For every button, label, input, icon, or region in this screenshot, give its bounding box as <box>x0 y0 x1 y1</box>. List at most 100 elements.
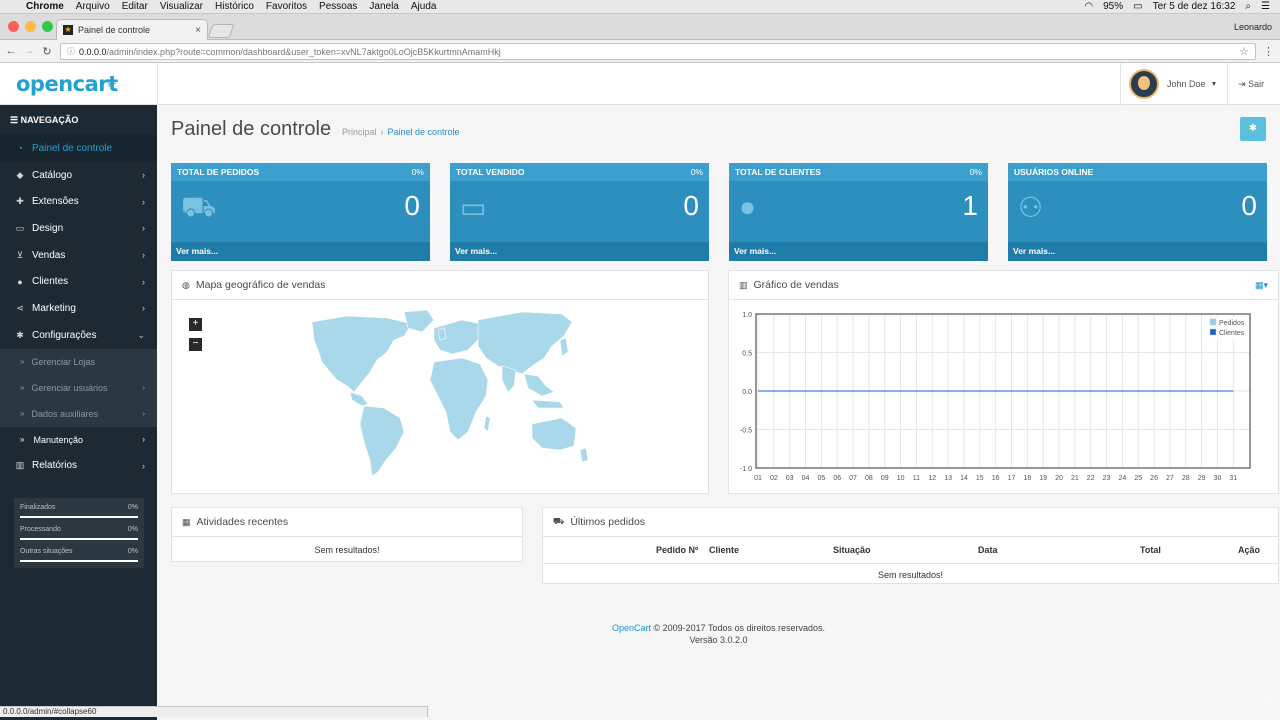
menu-item-bookmarks[interactable]: Favoritos <box>266 1 307 12</box>
reload-icon[interactable]: ↻ <box>40 45 54 58</box>
column-date[interactable]: Data <box>978 545 998 555</box>
column-customer[interactable]: Cliente <box>709 545 739 555</box>
opencart-link[interactable]: OpenCart <box>612 623 651 633</box>
sidebar-item-extensions[interactable]: ✚ Extensões › <box>0 188 157 215</box>
sidebar-item-design[interactable]: ▭ Design › <box>0 215 157 242</box>
battery-icon[interactable]: ▭ <box>1133 1 1142 12</box>
stat-other: Outras situações 0% <box>20 548 138 570</box>
chevron-right-icon: › <box>142 460 145 471</box>
info-icon[interactable]: ⓘ <box>67 46 75 57</box>
bookmark-star-icon[interactable]: ☆ <box>1239 45 1249 58</box>
battery-percent[interactable]: 95% <box>1103 1 1123 12</box>
sidebar-item-reports[interactable]: ▥ Relatórios › <box>0 453 157 480</box>
menu-item-file[interactable]: Arquivo <box>76 1 110 12</box>
tile-percent: 0% <box>690 167 703 177</box>
menu-item-people[interactable]: Pessoas <box>319 1 357 12</box>
tile-more-link[interactable]: Ver mais... <box>171 242 430 261</box>
tile-percent: 0% <box>969 167 982 177</box>
udemy-watermark: Ʋ Udemy <box>1221 690 1272 704</box>
panel-heading: ▥ Gráfico de vendas <box>729 271 1278 300</box>
back-arrow-icon[interactable]: ← <box>4 45 18 57</box>
dashboard-settings-button[interactable]: ✱ <box>1240 117 1266 141</box>
column-order-id[interactable]: Pedido Nº <box>656 545 698 555</box>
sidebar-subitem-stores[interactable]: » Gerenciar Lojas <box>0 349 157 375</box>
empty-message: Sem resultados! <box>877 570 944 580</box>
browser-tab[interactable]: ★ Painel de controle × <box>56 19 208 40</box>
sidebar-subitem-maintenance[interactable]: » Manutenção › <box>0 426 157 453</box>
sidebar-item-marketing[interactable]: ⋖ Marketing › <box>0 295 157 322</box>
opencart-logo[interactable]: opencart <box>16 72 118 96</box>
world-map[interactable]: + − <box>172 300 708 493</box>
users-icon: ⚇ <box>1018 192 1044 223</box>
angle-double-right-icon: » <box>20 435 25 444</box>
sidebar-item-dashboard[interactable]: ◔ Painel de controle <box>0 135 157 162</box>
new-tab-button[interactable] <box>207 24 235 38</box>
sidebar-item-customers[interactable]: ● Clientes › <box>0 268 157 295</box>
menu-item-help[interactable]: Ajuda <box>411 1 437 12</box>
map-south-america <box>359 405 405 477</box>
profile-name[interactable]: Leonardo <box>1234 22 1272 32</box>
latest-orders-panel: ⛟ Últimos pedidos Pedido Nº Cliente Situ… <box>542 507 1279 584</box>
column-action[interactable]: Ação <box>1238 545 1260 555</box>
panel-heading: ⛟ Últimos pedidos <box>543 508 1278 537</box>
stat-label: Processando <box>20 526 61 533</box>
zoom-out-button[interactable]: − <box>189 338 202 351</box>
logout-link[interactable]: ⇥ Sair <box>1238 79 1264 90</box>
breadcrumb-home[interactable]: Principal <box>342 127 377 137</box>
tile-value: 0 <box>683 190 699 221</box>
chart-legend-swatch <box>1209 328 1217 336</box>
wifi-icon[interactable]: ◠ <box>1084 1 1093 12</box>
chart-x-tick-label: 02 <box>770 475 778 482</box>
user-dropdown[interactable]: John Doe ▼ <box>1120 63 1228 105</box>
chart-legend-swatch <box>1209 318 1217 326</box>
close-window-button[interactable] <box>8 21 19 32</box>
chevron-down-icon: ⌄ <box>137 329 145 340</box>
tile-more-link[interactable]: Ver mais... <box>729 242 988 261</box>
tile-value: 0 <box>404 190 420 221</box>
sidebar-item-label: Relatórios <box>32 460 78 472</box>
menu-item-view[interactable]: Visualizar <box>160 1 203 12</box>
menu-item-history[interactable]: Histórico <box>215 1 254 12</box>
chart-x-tick-label: 08 <box>865 475 873 482</box>
menu-item-edit[interactable]: Editar <box>122 1 148 12</box>
spotlight-icon[interactable]: ⌕ <box>1245 1 1251 12</box>
clock[interactable]: Ter 5 de dez 16:32 <box>1153 1 1236 12</box>
sidebar-item-sales[interactable]: ⊻ Vendas › <box>0 242 157 269</box>
browser-menu-icon[interactable]: ⋮ <box>1263 45 1274 58</box>
sidebar-title: ☰ NAVEGAÇÃO <box>0 105 157 135</box>
bar-chart-icon: ▥ <box>739 279 748 290</box>
chart-x-tick-label: 25 <box>1134 475 1142 482</box>
menu-app-name[interactable]: Chrome <box>26 1 64 12</box>
zoom-in-button[interactable]: + <box>189 318 202 331</box>
chart-x-tick-label: 11 <box>913 475 920 482</box>
url-host: 0.0.0.0 <box>79 46 107 57</box>
sidebar-item-settings[interactable]: ✱ Configurações ⌄ <box>0 322 157 349</box>
chevron-right-icon: › <box>142 383 145 392</box>
map-southeast-asia <box>523 373 555 397</box>
map-africa <box>429 357 489 441</box>
calendar-dropdown-icon[interactable]: ▦▾ <box>1255 280 1268 291</box>
sidebar-item-catalog[interactable]: ◆ Catálogo › <box>0 162 157 189</box>
map-new-zealand <box>579 447 589 463</box>
column-total[interactable]: Total <box>1140 545 1161 555</box>
menu-item-window[interactable]: Janela <box>369 1 398 12</box>
sidebar-subitem-localisation[interactable]: » Dados auxiliares › <box>0 401 157 427</box>
minimize-window-button[interactable] <box>25 21 36 32</box>
orders-table-header: Pedido Nº Cliente Situação Data Total Aç… <box>543 537 1278 564</box>
sidebar-subitem-users[interactable]: » Gerenciar usuários › <box>0 375 157 401</box>
television-icon: ▭ <box>15 222 25 233</box>
forward-arrow-icon[interactable]: → <box>22 45 36 57</box>
chart-x-tick-label: 10 <box>897 475 905 482</box>
zoom-window-button[interactable] <box>42 21 53 32</box>
sales-chart-panel: ▥ Gráfico de vendas ▦▾ 1.0 0.5 0.0 -0.5 -1.0… <box>728 270 1279 494</box>
tile-title: TOTAL DE CLIENTES <box>735 167 821 177</box>
menu-list-icon[interactable]: ☰ <box>1261 1 1270 12</box>
footer: OpenCart © 2009-2017 Todos os direitos r… <box>157 622 1280 646</box>
url-input[interactable]: ⓘ 0.0.0.0 /admin/index.php?route=common/… <box>60 43 1256 60</box>
tab-close-icon[interactable]: × <box>195 25 201 36</box>
tile-more-link[interactable]: Ver mais... <box>450 242 709 261</box>
breadcrumb-current[interactable]: Painel de controle <box>388 127 460 137</box>
chevron-right-icon: › <box>142 303 145 314</box>
tile-more-link[interactable]: Ver mais... <box>1008 242 1267 261</box>
column-status[interactable]: Situação <box>833 545 871 555</box>
